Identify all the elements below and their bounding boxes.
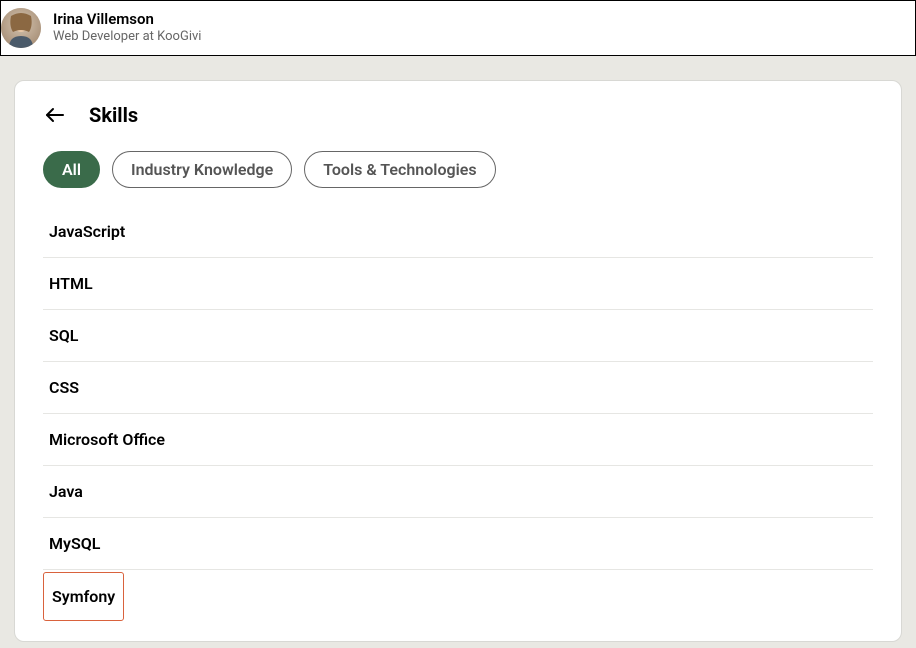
avatar[interactable] — [1, 8, 41, 48]
skills-card: Skills All Industry Knowledge Tools & Te… — [14, 80, 902, 642]
user-name: Irina Villemson — [53, 10, 201, 30]
content-wrapper: Skills All Industry Knowledge Tools & Te… — [0, 56, 916, 642]
user-info: Irina Villemson Web Developer at KooGivi — [53, 10, 201, 46]
skill-item[interactable]: Java — [43, 466, 873, 518]
skill-item[interactable]: CSS — [43, 362, 873, 414]
filter-tools-technologies[interactable]: Tools & Technologies — [304, 151, 495, 188]
back-arrow-icon[interactable] — [43, 103, 67, 127]
skill-item[interactable]: Microsoft Office — [43, 414, 873, 466]
card-header: Skills — [43, 103, 873, 127]
skill-item[interactable]: JavaScript — [43, 206, 873, 258]
skill-item-highlighted[interactable]: Symfony — [43, 572, 124, 621]
filter-pills: All Industry Knowledge Tools & Technolog… — [43, 151, 873, 188]
skill-item[interactable]: SQL — [43, 310, 873, 362]
avatar-image — [1, 8, 41, 48]
profile-header-bar: Irina Villemson Web Developer at KooGivi — [0, 0, 916, 56]
page-title: Skills — [89, 103, 138, 127]
filter-all[interactable]: All — [43, 151, 100, 188]
skill-item[interactable]: HTML — [43, 258, 873, 310]
user-subtitle: Web Developer at KooGivi — [53, 29, 201, 46]
skills-list: JavaScript HTML SQL CSS Microsoft Office… — [43, 206, 873, 621]
skill-item[interactable]: MySQL — [43, 518, 873, 570]
filter-industry-knowledge[interactable]: Industry Knowledge — [112, 151, 292, 188]
